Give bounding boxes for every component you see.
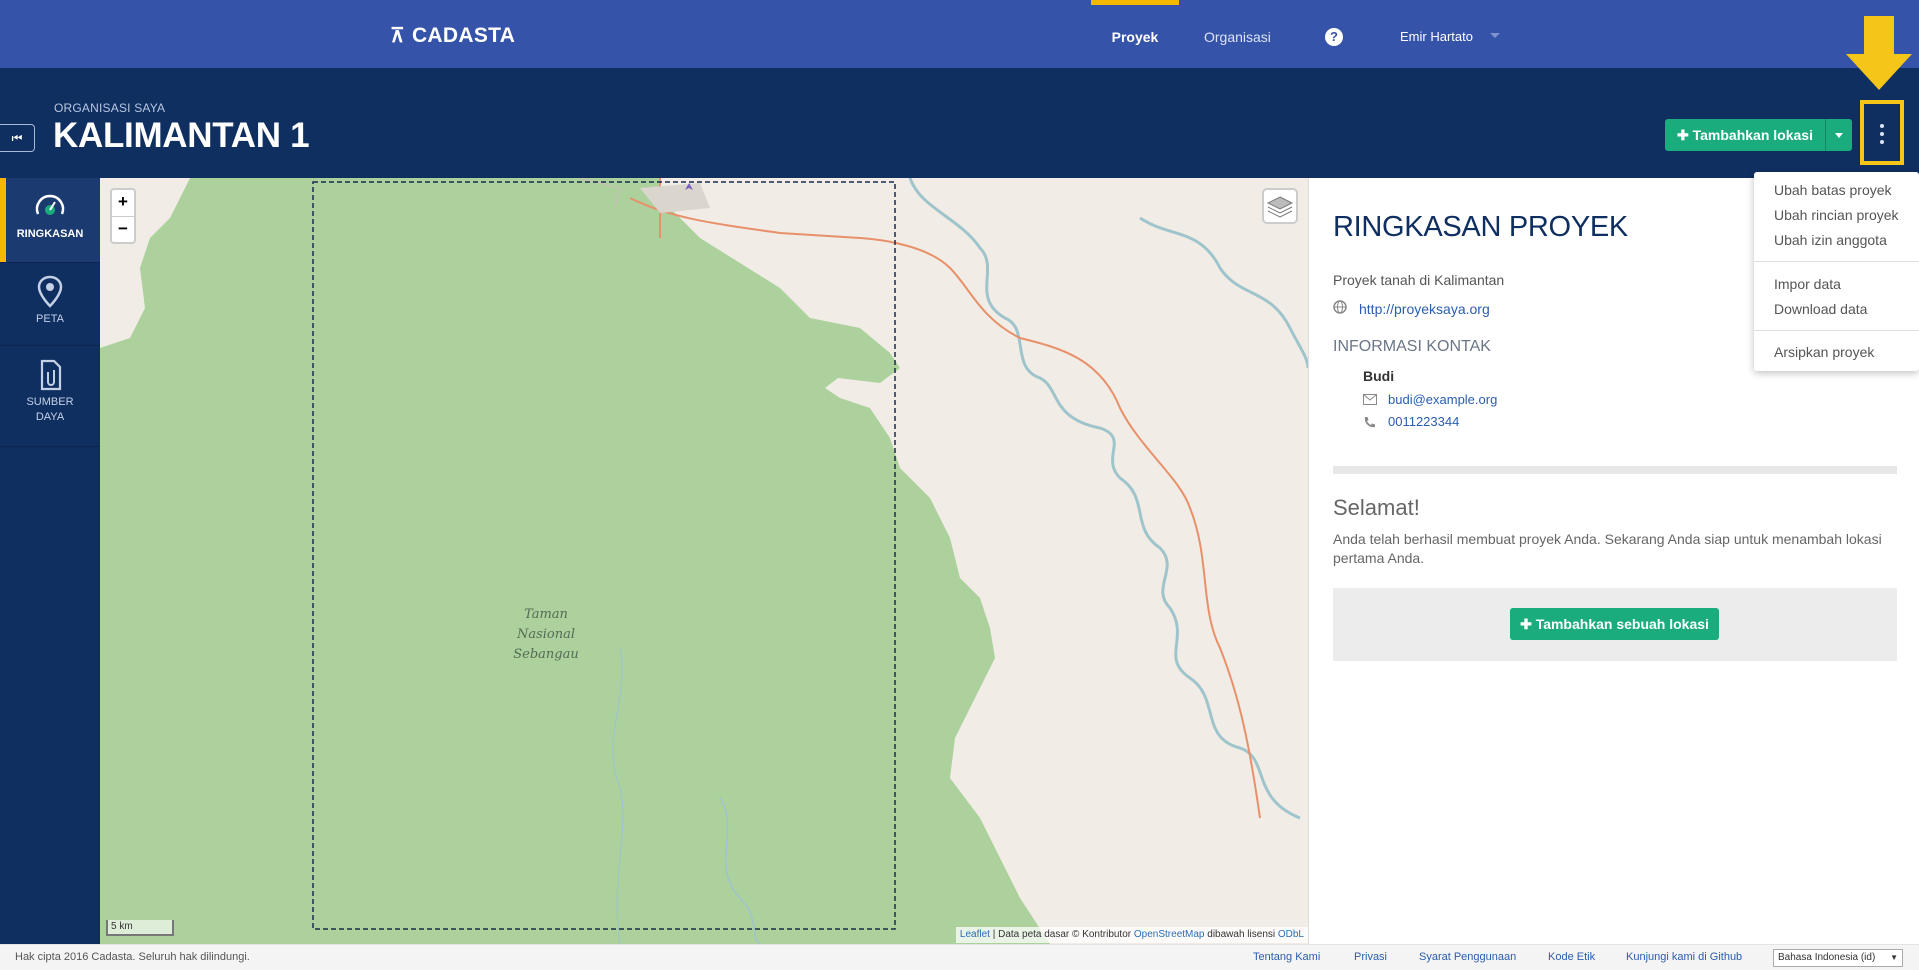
- organization-label[interactable]: ORGANISASI SAYA: [54, 101, 165, 115]
- globe-icon: [1333, 300, 1347, 314]
- map-scale: 5 km: [106, 920, 174, 936]
- phone-icon: [1364, 417, 1375, 428]
- language-select[interactable]: Bahasa Indonesia (id): [1773, 949, 1903, 967]
- zoom-in-button[interactable]: +: [112, 190, 134, 216]
- zoom-control: + −: [110, 188, 136, 244]
- footer-link-terms[interactable]: Syarat Penggunaan: [1419, 951, 1516, 963]
- map-tiles: [100, 178, 1308, 944]
- add-location-button[interactable]: ✚ Tambahkan lokasi: [1665, 119, 1826, 151]
- copyright-text: Hak cipta 2016 Cadasta. Seluruh hak dili…: [15, 951, 250, 963]
- annotation-arrow-icon: [1846, 16, 1912, 90]
- nav-proyek[interactable]: Proyek: [1091, 0, 1179, 68]
- park-label: Taman Nasional Sebangau: [513, 607, 579, 662]
- menu-item-edit-details[interactable]: Ubah rincian proyek: [1774, 207, 1899, 223]
- panel-title: RINGKASAN PROYEK: [1333, 211, 1628, 243]
- brand-name: CADASTA: [411, 24, 516, 47]
- page-footer: Hak cipta 2016 Cadasta. Seluruh hak dili…: [0, 944, 1919, 970]
- cta-box: ✚ Tambahkan sebuah lokasi: [1333, 588, 1897, 661]
- leaflet-link[interactable]: Leaflet: [960, 929, 990, 940]
- chevron-down-icon[interactable]: [1490, 33, 1500, 38]
- plus-icon: ✚: [1677, 127, 1689, 143]
- contact-phone-link[interactable]: 0011223344: [1388, 414, 1459, 429]
- dashboard-icon: [35, 194, 65, 215]
- sidebar-item-label: SUMBER: [26, 396, 74, 408]
- menu-item-archive-project[interactable]: Arsipkan proyek: [1774, 344, 1874, 360]
- sidebar-item-peta[interactable]: PETA: [0, 263, 100, 345]
- footer-link-code-of-conduct[interactable]: Kode Etik: [1548, 951, 1595, 963]
- sidebar-item-sumber-daya[interactable]: SUMBER DAYA: [0, 346, 100, 446]
- openstreetmap-link[interactable]: OpenStreetMap: [1134, 929, 1205, 940]
- cta-label: Tambahkan sebuah lokasi: [1535, 616, 1709, 632]
- add-first-location-button[interactable]: ✚ Tambahkan sebuah lokasi: [1510, 608, 1719, 640]
- sidebar-item-label: DAYA: [35, 411, 65, 423]
- user-menu[interactable]: Emir Hartato: [1400, 0, 1473, 68]
- project-header: ⏮ ORGANISASI SAYA KALIMANTAN 1 ✚ Tambahk…: [0, 68, 1919, 178]
- menu-item-edit-boundary[interactable]: Ubah batas proyek: [1774, 182, 1892, 198]
- contact-name: Budi: [1363, 368, 1395, 384]
- odbl-link[interactable]: ODbL: [1278, 929, 1304, 940]
- add-location-dropdown-toggle[interactable]: [1826, 119, 1852, 151]
- add-location-button-group: ✚ Tambahkan lokasi: [1665, 119, 1852, 151]
- sidebar-item-ringkasan[interactable]: RINGKASAN: [0, 178, 100, 262]
- project-sidebar: RINGKASAN PETA SUMBER DAYA: [0, 178, 100, 944]
- divider: [1333, 466, 1897, 474]
- project-url-link[interactable]: http://proyeksaya.org: [1359, 301, 1490, 317]
- footer-link-github[interactable]: Kunjungi kami di Github: [1626, 951, 1742, 963]
- sidebar-item-label: RINGKASAN: [16, 228, 84, 240]
- map-pin-icon: [37, 275, 63, 308]
- map-attribution: Leaflet | Data peta dasar © Kontributor …: [955, 927, 1308, 943]
- menu-item-import-data[interactable]: Impor data: [1774, 276, 1841, 292]
- project-map[interactable]: + − Taman Nasional Sebangau 5 km Leaflet…: [100, 178, 1308, 944]
- plus-icon: ✚: [1520, 616, 1532, 632]
- help-circle-icon[interactable]: ?: [1325, 28, 1343, 46]
- congrats-title: Selamat!: [1333, 495, 1420, 520]
- top-navbar: ⊼ CADASTA Proyek Organisasi ? Emir Harta…: [0, 0, 1919, 68]
- cadasta-logo-icon: ⊼: [390, 25, 405, 47]
- add-location-label: Tambahkan lokasi: [1692, 127, 1813, 143]
- collapse-sidebar-button[interactable]: ⏮: [0, 124, 35, 152]
- footer-link-about[interactable]: Tentang Kami: [1253, 951, 1320, 963]
- envelope-icon: [1363, 394, 1377, 405]
- contact-email-link[interactable]: budi@example.org: [1388, 392, 1497, 407]
- congrats-text: Anda telah berhasil membuat proyek Anda.…: [1333, 531, 1882, 566]
- kebab-menu-icon[interactable]: [1860, 100, 1904, 165]
- menu-item-edit-permissions[interactable]: Ubah izin anggota: [1774, 232, 1887, 248]
- cadasta-logo[interactable]: ⊼ CADASTA: [390, 24, 515, 48]
- footer-link-privacy[interactable]: Privasi: [1354, 951, 1387, 963]
- contact-heading: INFORMASI KONTAK: [1333, 338, 1491, 355]
- sidebar-item-label: PETA: [36, 313, 64, 325]
- project-actions-menu: Ubah batas proyek Ubah rincian proyek Ub…: [1754, 172, 1919, 371]
- project-title: KALIMANTAN 1: [53, 116, 310, 155]
- project-description: Proyek tanah di Kalimantan: [1333, 272, 1505, 288]
- attachment-file-icon: [40, 359, 62, 391]
- menu-item-download-data[interactable]: Download data: [1774, 301, 1867, 317]
- nav-organisasi[interactable]: Organisasi: [1204, 0, 1271, 68]
- zoom-out-button[interactable]: −: [112, 216, 134, 242]
- layers-icon[interactable]: [1262, 188, 1298, 224]
